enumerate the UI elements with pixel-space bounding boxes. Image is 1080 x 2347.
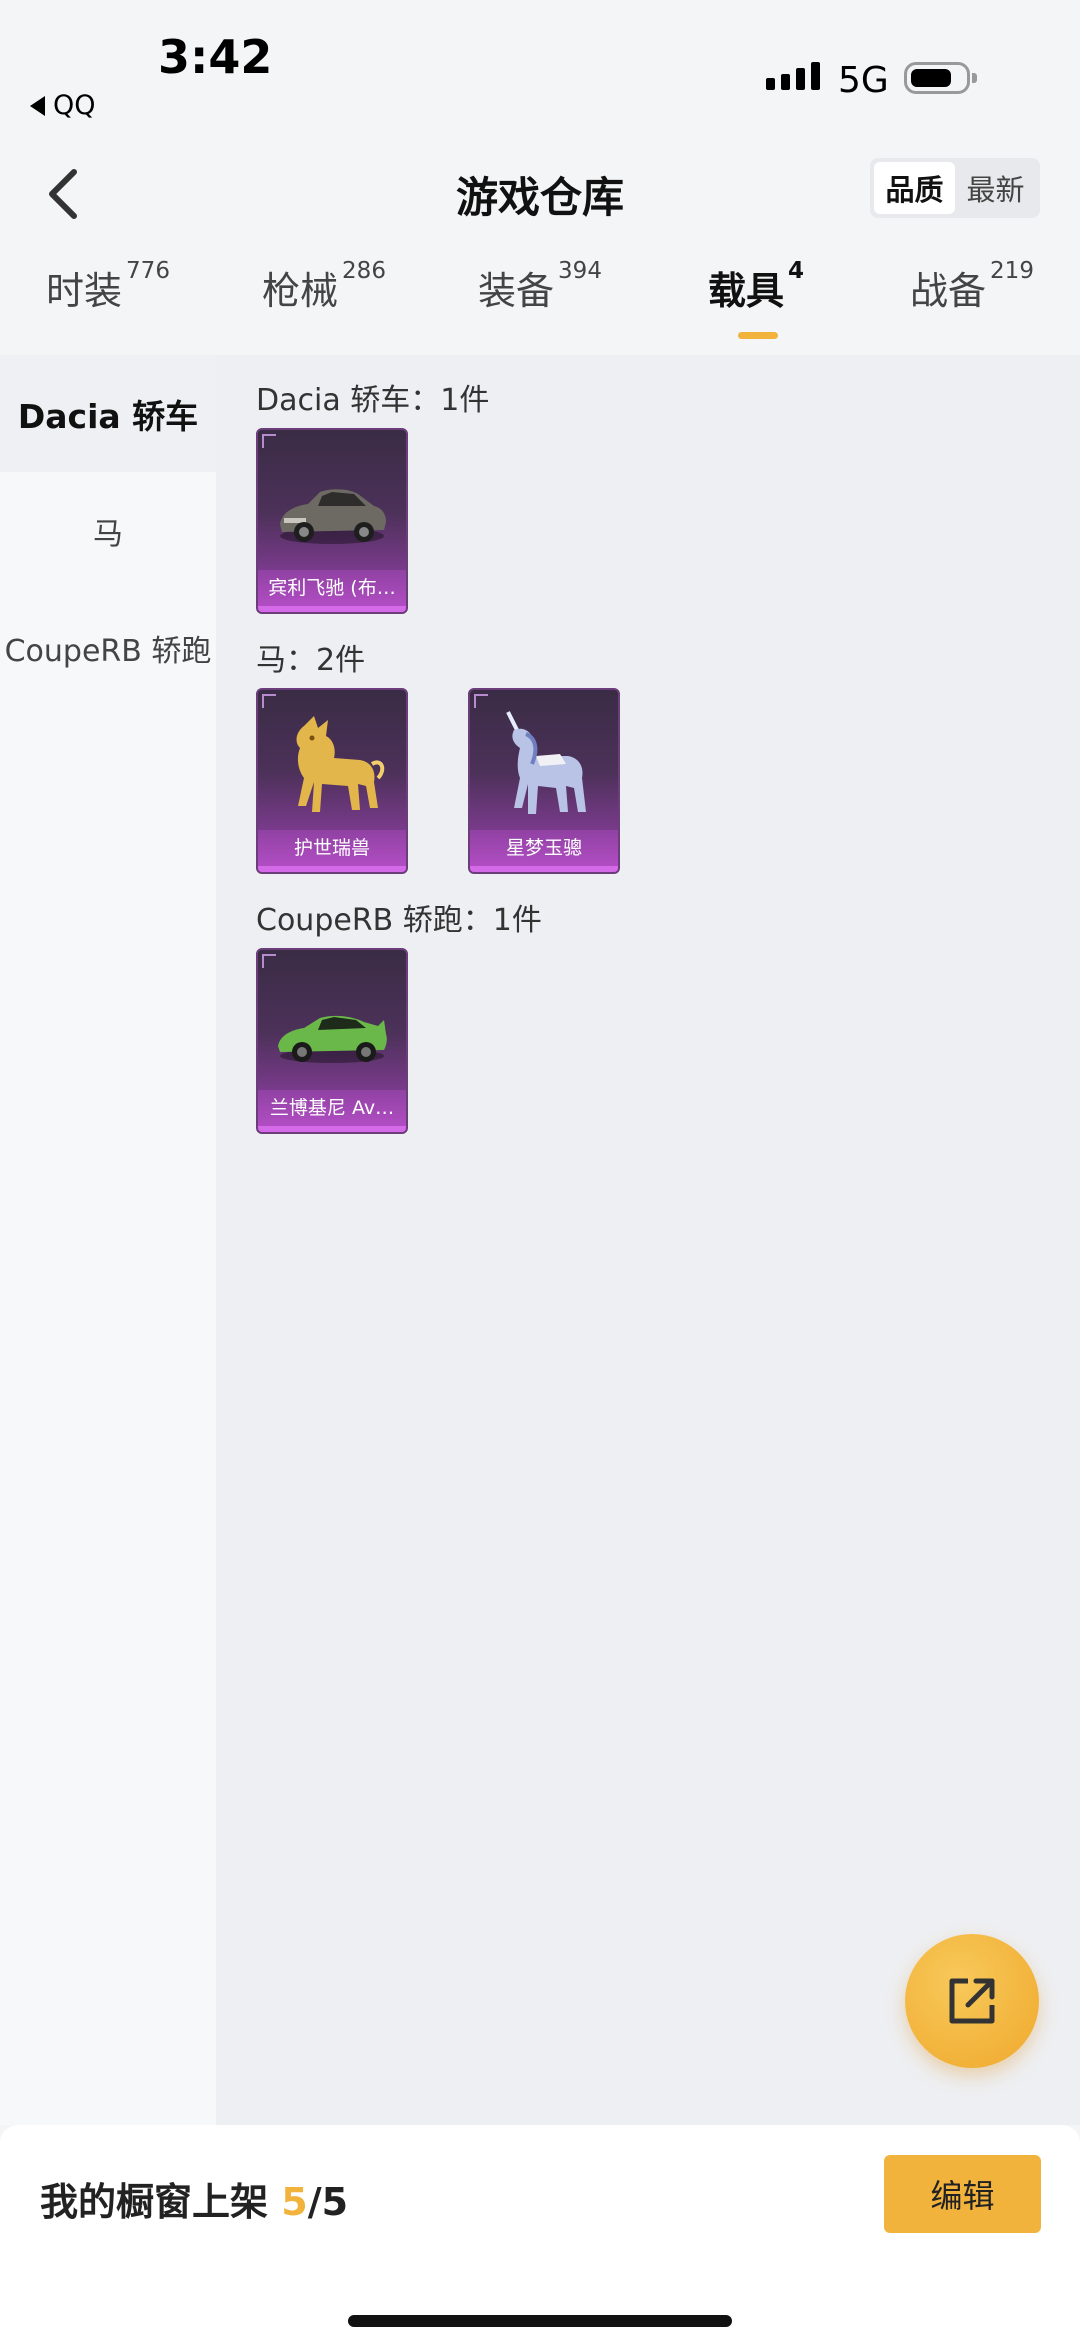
item-name: 宾利飞驰 (布…: [258, 570, 406, 606]
category-tabs: 时装 776 枪械 286 装备 394 载具 4 战备 219: [0, 258, 1080, 350]
battery-icon: [904, 62, 977, 94]
sports-car-icon: [278, 1015, 387, 1063]
tab-count: 394: [558, 258, 602, 284]
sidebar-item-dacia[interactable]: Dacia 轿车: [0, 355, 216, 472]
status-bar: 3:42 QQ 5G: [0, 0, 1080, 140]
page-header: 游戏仓库 品质 最新: [0, 140, 1080, 250]
item-card[interactable]: 星梦玉骢: [468, 688, 620, 874]
share-external-icon: [949, 1978, 995, 2024]
signal-icon: [766, 62, 820, 90]
shelf-total-count: /5: [307, 2180, 349, 2224]
back-triangle-icon: [30, 95, 45, 116]
sidebar-item-couperb[interactable]: CoupeRB 轿跑: [0, 589, 216, 706]
tab-count: 776: [126, 258, 170, 284]
item-card[interactable]: 护世瑞兽: [256, 688, 408, 874]
shelf-status: 我的橱窗上架 5/5: [40, 2171, 348, 2226]
back-to-app-link[interactable]: QQ: [30, 90, 96, 121]
vehicle-type-sidebar: Dacia 轿车 马 CoupeRB 轿跑: [0, 355, 216, 2125]
sedan-icon: [280, 489, 386, 544]
section-title: 马：2件: [256, 643, 366, 678]
back-app-label: QQ: [53, 90, 96, 121]
share-button[interactable]: [905, 1934, 1039, 2068]
unicorn-icon: [506, 711, 586, 814]
tab-count: 286: [342, 258, 386, 284]
tab-firearms[interactable]: 枪械 286: [216, 258, 432, 350]
tab-supplies[interactable]: 战备 219: [864, 258, 1080, 350]
item-card[interactable]: 宾利飞驰 (布…: [256, 428, 408, 614]
status-time: 3:42: [158, 30, 273, 84]
sidebar-item-horse[interactable]: 马: [0, 472, 216, 589]
sort-newest-button[interactable]: 最新: [955, 162, 1036, 214]
item-name: 星梦玉骢: [470, 830, 618, 866]
back-button[interactable]: [40, 164, 90, 224]
tab-count: 4: [788, 258, 805, 284]
sort-quality-button[interactable]: 品质: [874, 162, 955, 214]
network-type: 5G: [838, 60, 889, 101]
edit-button[interactable]: 编辑: [884, 2155, 1041, 2233]
item-card[interactable]: 兰博基尼 Av…: [256, 948, 408, 1134]
section-title: CoupeRB 轿跑：1件: [256, 903, 542, 938]
section-title: Dacia 轿车：1件: [256, 383, 490, 418]
sort-toggle: 品质 最新: [870, 158, 1040, 218]
item-name: 护世瑞兽: [258, 830, 406, 866]
chevron-left-icon: [49, 169, 77, 219]
tab-fashion[interactable]: 时装 776: [0, 258, 216, 350]
golden-beast-icon: [296, 716, 385, 812]
bottom-bar: 我的橱窗上架 5/5 编辑: [0, 2125, 1080, 2347]
shelf-label: 我的橱窗上架: [40, 2180, 269, 2224]
shelf-current-count: 5: [281, 2180, 308, 2224]
item-list: Dacia 轿车：1件 宾利飞驰 (布… 马：2件 护世瑞兽 星梦玉骢 Coup…: [216, 355, 1080, 2125]
tab-equipment[interactable]: 装备 394: [432, 258, 648, 350]
home-indicator[interactable]: [348, 2315, 732, 2327]
tab-vehicles[interactable]: 载具 4: [648, 258, 864, 350]
tab-count: 219: [990, 258, 1034, 284]
tab-active-indicator: [738, 332, 778, 339]
item-name: 兰博基尼 Av…: [258, 1090, 406, 1126]
